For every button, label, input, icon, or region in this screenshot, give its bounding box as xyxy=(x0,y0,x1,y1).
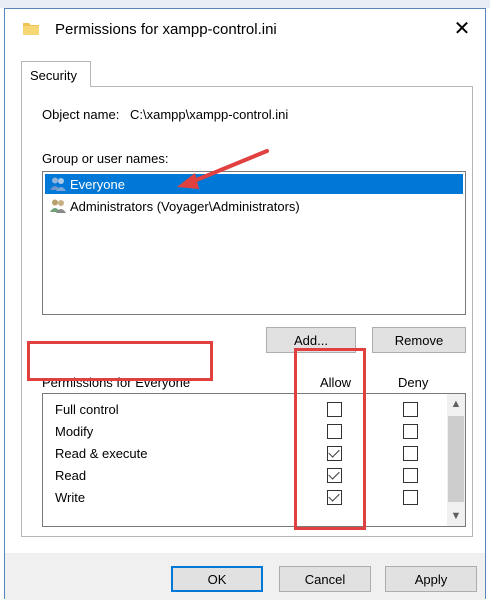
group-user-list[interactable]: Everyone Administrators (Voyager\Adminis… xyxy=(42,171,466,315)
deny-checkbox-modify[interactable] xyxy=(403,424,418,439)
allow-checkbox-modify[interactable] xyxy=(327,424,342,439)
users-group-icon xyxy=(50,177,66,191)
add-button[interactable]: Add... xyxy=(266,327,356,353)
permission-row-read-execute: Read & execute xyxy=(55,442,435,464)
permission-row-full-control: Full control xyxy=(55,398,435,420)
permission-row-modify: Modify xyxy=(55,420,435,442)
background-window-strip xyxy=(0,0,490,8)
scroll-up-icon[interactable]: ▲ xyxy=(447,394,465,414)
permission-row-read: Read xyxy=(55,464,435,486)
scroll-down-icon[interactable]: ▼ xyxy=(447,506,465,526)
allow-checkbox-full-control[interactable] xyxy=(327,402,342,417)
permission-label: Full control xyxy=(55,401,119,417)
deny-checkbox-write[interactable] xyxy=(403,490,418,505)
permission-label: Modify xyxy=(55,423,94,439)
allow-checkbox-write[interactable] xyxy=(327,490,342,505)
list-item-label: Administrators (Voyager\Administrators) xyxy=(70,198,300,214)
allow-column-header: Allow xyxy=(320,375,352,390)
cancel-button[interactable]: Cancel xyxy=(279,566,371,592)
list-item-administrators[interactable]: Administrators (Voyager\Administrators) xyxy=(45,196,463,216)
folder-icon xyxy=(23,23,39,35)
allow-checkbox-read[interactable] xyxy=(327,468,342,483)
permission-label: Read xyxy=(55,467,87,483)
tab-security[interactable]: Security xyxy=(21,61,91,87)
deny-checkbox-read[interactable] xyxy=(403,468,418,483)
permission-row-write: Write xyxy=(55,486,435,508)
list-item-label: Everyone xyxy=(70,176,125,192)
group-names-label: Group or user names: xyxy=(42,151,169,166)
permissions-header: Permissions for Everyone xyxy=(42,375,191,390)
object-name-value: C:\xampp\xampp-control.ini xyxy=(130,107,289,122)
deny-checkbox-full-control[interactable] xyxy=(403,402,418,417)
deny-checkbox-read-execute[interactable] xyxy=(403,446,418,461)
dialog-title: Permissions for xampp-control.ini xyxy=(55,21,277,38)
users-group-icon xyxy=(50,199,66,213)
title-bar: Permissions for xampp-control.ini ✕ xyxy=(5,9,485,49)
close-icon: ✕ xyxy=(453,17,471,40)
deny-column-header: Deny xyxy=(398,375,429,390)
scrollbar-thumb[interactable] xyxy=(448,416,464,502)
permissions-list: Full control Modify Read & execute Read … xyxy=(42,393,466,527)
permissions-dialog: Permissions for xampp-control.ini ✕ Secu… xyxy=(4,8,486,600)
ok-button[interactable]: OK xyxy=(171,566,263,592)
remove-button[interactable]: Remove xyxy=(372,327,466,353)
permission-label: Read & execute xyxy=(55,445,148,461)
close-button[interactable]: ✕ xyxy=(447,15,477,41)
permissions-scrollbar[interactable]: ▲ ▼ xyxy=(447,394,465,526)
apply-button[interactable]: Apply xyxy=(385,566,477,592)
permission-label: Write xyxy=(55,489,86,505)
list-item-everyone[interactable]: Everyone xyxy=(45,174,463,194)
security-panel: Object name: C:\xampp\xampp-control.ini … xyxy=(21,86,473,537)
object-name-label: Object name: xyxy=(42,107,120,122)
allow-checkbox-read-execute[interactable] xyxy=(327,446,342,461)
